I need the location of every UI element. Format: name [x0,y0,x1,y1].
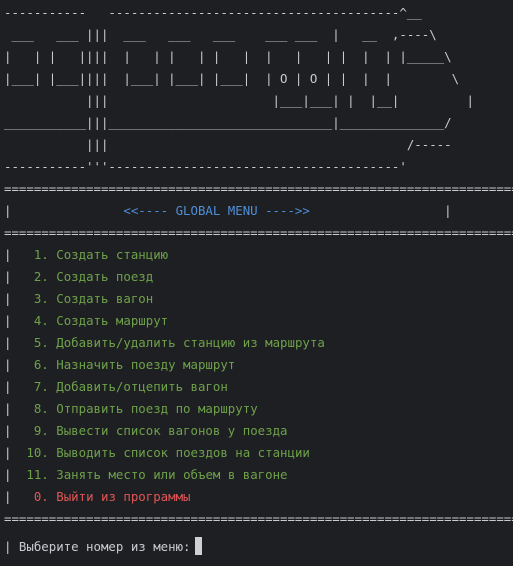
menu-mid-rule: ========================================… [4,225,513,240]
menu-item-label: Отправить поезд по маршруту [56,401,258,416]
menu-item-label: Вывести список вагонов у поезда [56,423,288,438]
menu-item-number: 0. [33,489,49,504]
menu-item-label: Выводить список поездов на станции [56,445,310,460]
ascii-art-line: ----------- ----------------------------… [4,5,422,20]
menu-item: | 5. Добавить/удалить станцию из маршрут… [4,335,325,350]
menu-title: <<---- GLOBAL MENU ---->> [123,203,310,218]
ascii-art-line: ___ ___ ||| ___ ___ ___ ___ ___ | __ ,--… [4,27,437,42]
menu-item: | 10. Выводить список поездов на станции [4,445,310,460]
menu-item-number: 6. [33,357,49,372]
menu-item: | 6. Назначить поезду маршрут [4,357,236,372]
menu-item-number: 11. [26,467,49,482]
ascii-art-line: ||| /----- [4,137,452,152]
text-cursor[interactable] [194,537,202,555]
menu-top-rule: ========================================… [4,181,513,196]
menu-item-number: 1. [33,247,49,262]
menu-item: | 8. Отправить поезд по маршруту [4,401,258,416]
menu-item: | 4. Создать маршрут [4,313,169,328]
menu-item: | 1. Создать станцию [4,247,169,262]
menu-item: | 7. Добавить/отцепить вагон [4,379,228,394]
menu-item-exit: | 0. Выйти из программы [4,489,191,504]
menu-title-left-border: | [4,203,124,218]
menu-item-label: Добавить/удалить станцию из маршрута [56,335,325,350]
ascii-art-line: ||| |___|___| | |__| | [4,93,474,108]
menu-item: | 9. Вывести список вагонов у поезда [4,423,288,438]
menu-title-row: | <<---- GLOBAL MENU ---->> | [4,200,513,222]
menu-item-label: Выйти из программы [56,489,191,504]
menu-item-number: 5. [33,335,49,350]
menu-item-label: Создать станцию [56,247,169,262]
menu-item-number: 3. [33,291,49,306]
input-prompt-row[interactable]: | Выберите номер из меню: [4,536,513,558]
menu-item: | 2. Создать поезд [4,269,154,284]
menu-items-list: | 1. Создать станцию | 2. Создать поезд | … [4,244,513,486]
menu-item: | 11. Занять место или объем в вагоне [4,467,288,482]
menu-item-label: Создать маршрут [56,313,169,328]
menu-item-label: Создать поезд [56,269,154,284]
train-ascii-art: ----------- ----------------------------… [4,2,513,178]
menu-bottom-rule: ========================================… [4,511,513,526]
menu-item-label: Создать вагон [56,291,154,306]
ascii-art-line: ___________|||__________________________… [4,115,452,130]
ascii-art-line: -----------'''--------------------------… [4,159,407,174]
menu-item-number: 10. [26,445,49,460]
menu-item-label: Добавить/отцепить вагон [56,379,228,394]
menu-item-number: 7. [33,379,49,394]
input-prompt-label: | Выберите номер из меню: [4,539,191,554]
menu-item-number: 9. [33,423,49,438]
menu-title-right-border: | [309,203,452,218]
terminal-output: ----------- ----------------------------… [4,2,513,566]
ascii-art-line: | | | |||| | | | | | | | | | | | | |____… [4,49,452,64]
menu-item-label: Занять место или объем в вагоне [56,467,288,482]
menu-item-number: 8. [33,401,49,416]
menu-item-label: Назначить поезду маршрут [56,357,236,372]
menu-item-number: 2. [33,269,49,284]
menu-item-number: 4. [33,313,49,328]
ascii-art-line: |___| |___|||| |___| |___| |___| | O | O… [4,71,460,86]
menu-item: | 3. Создать вагон [4,291,154,306]
